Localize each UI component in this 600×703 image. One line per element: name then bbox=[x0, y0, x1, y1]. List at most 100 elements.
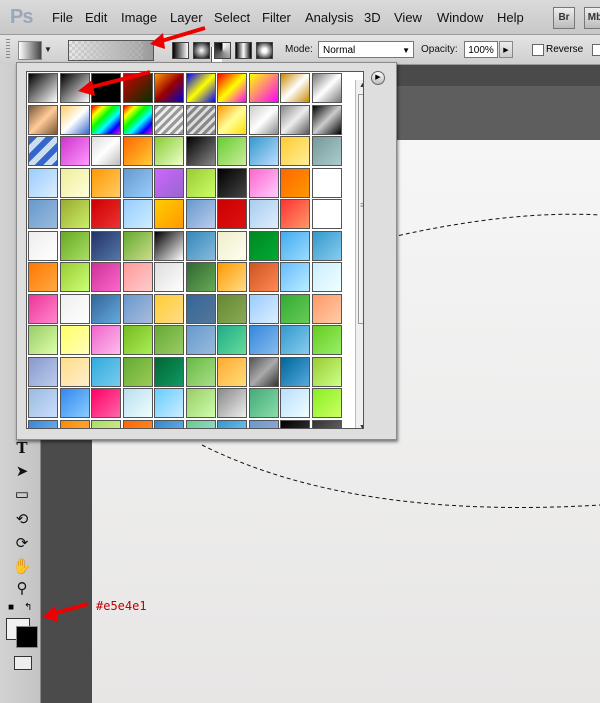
gradient-preset-swatch[interactable] bbox=[311, 104, 342, 135]
gradient-preset-swatch[interactable] bbox=[154, 325, 184, 355]
chevron-down-icon[interactable]: ▼ bbox=[44, 45, 52, 54]
gradient-preset-swatch[interactable] bbox=[59, 293, 90, 324]
gradient-preset-swatch[interactable] bbox=[59, 419, 90, 428]
radial-gradient-button[interactable] bbox=[193, 42, 210, 59]
gradient-preset-swatch[interactable] bbox=[154, 230, 184, 261]
gradient-preset-swatch[interactable] bbox=[217, 136, 247, 166]
gradient-preset-swatch[interactable] bbox=[217, 293, 247, 324]
mode-select[interactable]: Normal ▼ bbox=[318, 41, 414, 58]
gradient-preset-swatch[interactable] bbox=[122, 356, 153, 387]
gradient-preset-swatch[interactable] bbox=[154, 388, 184, 418]
shape-tool-icon[interactable]: ▭ bbox=[12, 485, 32, 505]
gradient-preset-swatch[interactable] bbox=[28, 136, 58, 166]
gradient-preset-swatch[interactable] bbox=[28, 199, 58, 229]
gradient-preset-swatch[interactable] bbox=[217, 167, 247, 198]
background-color-swatch[interactable] bbox=[16, 626, 38, 648]
gradient-preset-swatch[interactable] bbox=[59, 104, 90, 135]
gradient-preset-swatch[interactable] bbox=[217, 325, 247, 355]
gradient-preset-swatch[interactable] bbox=[185, 199, 216, 229]
popup-scrollbar[interactable]: ▲ ≡ ▼ bbox=[355, 80, 363, 428]
gradient-preset-swatch[interactable] bbox=[185, 325, 216, 355]
gradient-preset-swatch[interactable] bbox=[248, 388, 279, 418]
gradient-preset-swatch[interactable] bbox=[91, 104, 121, 135]
gradient-preset-swatch[interactable] bbox=[248, 136, 279, 166]
menu-image[interactable]: Image bbox=[121, 10, 157, 25]
gradient-preset-swatch[interactable] bbox=[217, 73, 247, 103]
bridge-button[interactable]: Br bbox=[553, 7, 575, 29]
gradient-preset-swatch[interactable] bbox=[122, 136, 153, 166]
gradient-preset-swatch[interactable] bbox=[122, 73, 153, 103]
gradient-preset-swatch[interactable] bbox=[91, 167, 121, 198]
gradient-preset-swatch[interactable] bbox=[154, 104, 184, 135]
gradient-preset-swatch[interactable] bbox=[154, 356, 184, 387]
gradient-preset-swatch[interactable] bbox=[311, 325, 342, 355]
reflected-gradient-button[interactable] bbox=[235, 42, 252, 59]
gradient-preset-swatch[interactable] bbox=[28, 104, 58, 135]
gradient-preset-swatch[interactable] bbox=[311, 419, 342, 428]
gradient-preset-swatch[interactable] bbox=[154, 167, 184, 198]
gradient-preset-swatch[interactable] bbox=[59, 136, 90, 166]
gradient-preset-swatch[interactable] bbox=[28, 388, 58, 418]
gradient-preset-swatch[interactable] bbox=[311, 199, 342, 229]
gradient-preset-swatch[interactable] bbox=[59, 167, 90, 198]
menu-edit[interactable]: Edit bbox=[85, 10, 107, 25]
menu-analysis[interactable]: Analysis bbox=[305, 10, 353, 25]
gradient-preset-swatch[interactable] bbox=[185, 104, 216, 135]
gradient-preset-swatch[interactable] bbox=[311, 230, 342, 261]
gradient-preset-swatch[interactable] bbox=[122, 419, 153, 428]
gradient-preset-swatch[interactable] bbox=[59, 356, 90, 387]
3d-orbit-tool-icon[interactable]: ⟳ bbox=[12, 534, 32, 554]
gradient-preset-swatch[interactable] bbox=[248, 356, 279, 387]
menu-3d[interactable]: 3D bbox=[364, 10, 381, 25]
gradient-preset-swatch[interactable] bbox=[280, 293, 310, 324]
gradient-preset-swatch[interactable] bbox=[91, 199, 121, 229]
gradient-preset-swatch[interactable] bbox=[217, 104, 247, 135]
gradient-preset-swatch[interactable] bbox=[280, 325, 310, 355]
gradient-preset-swatch[interactable] bbox=[185, 356, 216, 387]
menu-file[interactable]: File bbox=[52, 10, 73, 25]
gradient-preset-swatch[interactable] bbox=[122, 325, 153, 355]
scroll-down-icon[interactable]: ▼ bbox=[359, 424, 363, 428]
tool-preset-picker[interactable] bbox=[18, 41, 42, 60]
gradient-preset-swatch[interactable] bbox=[91, 325, 121, 355]
gradient-preset-swatch[interactable] bbox=[28, 419, 58, 428]
gradient-preset-swatch[interactable] bbox=[280, 388, 310, 418]
menu-layer[interactable]: Layer bbox=[170, 10, 203, 25]
gradient-preset-swatch[interactable] bbox=[154, 419, 184, 428]
linear-gradient-button[interactable] bbox=[172, 42, 189, 59]
gradient-preset-swatch[interactable] bbox=[122, 230, 153, 261]
gradient-preset-swatch[interactable] bbox=[248, 167, 279, 198]
gradient-preset-swatch[interactable] bbox=[217, 388, 247, 418]
gradient-preset-swatch[interactable] bbox=[311, 167, 342, 198]
menu-help[interactable]: Help bbox=[497, 10, 524, 25]
gradient-preset-swatch[interactable] bbox=[217, 230, 247, 261]
gradient-preset-swatch[interactable] bbox=[59, 199, 90, 229]
gradient-preset-swatch[interactable] bbox=[280, 230, 310, 261]
gradient-preset-swatch[interactable] bbox=[28, 262, 58, 292]
gradient-preset-swatch[interactable] bbox=[217, 356, 247, 387]
gradient-preset-swatch[interactable] bbox=[217, 199, 247, 229]
gradient-preset-swatch[interactable] bbox=[248, 104, 279, 135]
quick-mask-icon[interactable] bbox=[14, 656, 32, 670]
menu-window[interactable]: Window bbox=[437, 10, 483, 25]
type-tool-icon[interactable]: T bbox=[12, 439, 32, 459]
gradient-preset-swatch[interactable] bbox=[154, 293, 184, 324]
gradient-preset-swatch[interactable] bbox=[185, 388, 216, 418]
gradient-preset-swatch[interactable] bbox=[91, 230, 121, 261]
gradient-preset-swatch[interactable] bbox=[122, 388, 153, 418]
gradient-preset-swatch[interactable] bbox=[248, 293, 279, 324]
gradient-preset-swatch[interactable] bbox=[217, 262, 247, 292]
gradient-preset-swatch[interactable] bbox=[311, 262, 342, 292]
gradient-preset-swatch[interactable] bbox=[248, 262, 279, 292]
gradient-preset-swatch[interactable] bbox=[248, 419, 279, 428]
minibridge-button[interactable]: Mb bbox=[584, 7, 600, 29]
gradient-preset-swatch[interactable] bbox=[91, 73, 121, 103]
gradient-preset-swatch[interactable] bbox=[59, 388, 90, 418]
menu-select[interactable]: Select bbox=[214, 10, 250, 25]
scroll-up-icon[interactable]: ▲ bbox=[359, 82, 363, 89]
gradient-preset-swatch[interactable] bbox=[217, 419, 247, 428]
gradient-preset-swatch[interactable] bbox=[122, 262, 153, 292]
gradient-preset-swatch[interactable] bbox=[154, 199, 184, 229]
gradient-preset-swatch[interactable] bbox=[280, 199, 310, 229]
swap-colors-icon[interactable]: ↰ bbox=[24, 602, 32, 613]
